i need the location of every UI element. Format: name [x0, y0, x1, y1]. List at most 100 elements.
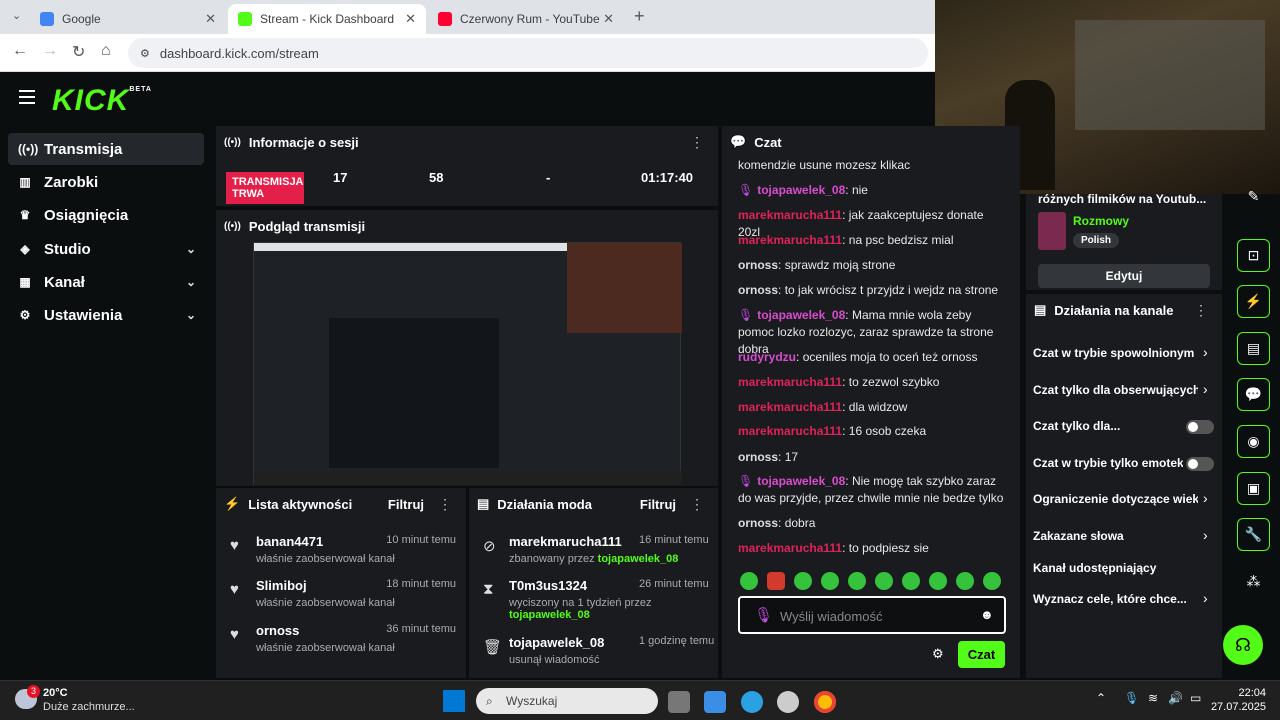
channel-action-item[interactable]: Czat tylko dla... — [1033, 419, 1183, 433]
chat-username[interactable]: marekmarucha111 — [738, 375, 842, 389]
emote-icon[interactable] — [956, 572, 974, 590]
sidebar-item-transmisja[interactable]: ((•)) Transmisja — [8, 133, 204, 165]
close-icon[interactable]: ✕ — [205, 11, 216, 27]
kick-logo[interactable]: KICKBETA — [52, 84, 152, 118]
weather-desc[interactable]: Duże zachmurze... — [43, 701, 135, 713]
store-icon[interactable] — [704, 691, 726, 713]
emote-icon[interactable] — [902, 572, 920, 590]
toggle-switch[interactable] — [1186, 457, 1214, 471]
emote-icon[interactable] — [740, 572, 758, 590]
channel-action-item[interactable]: Kanał udostępniający — [1033, 561, 1198, 575]
chat-settings-icon[interactable]: ⚙ — [932, 646, 944, 662]
chat-text: to zezwol szybko — [848, 375, 940, 389]
chat-username[interactable]: marekmarucha111 — [738, 424, 842, 438]
edge-icon[interactable] — [741, 691, 763, 713]
site-info-icon[interactable]: ⚙ — [140, 47, 150, 60]
chat-username[interactable]: marekmarucha111 — [738, 208, 842, 222]
channel-action-item[interactable]: Czat w trybie spowolnionym — [1033, 346, 1198, 360]
document-icon[interactable]: ▤ — [1237, 332, 1270, 365]
sidebar-item-osiagniecia[interactable]: ♛ Osiągnięcia — [8, 199, 204, 231]
video-icon[interactable]: ▣ — [1237, 472, 1270, 505]
lightning-icon[interactable]: ⚡ — [1237, 285, 1270, 318]
emote-icon[interactable] — [821, 572, 839, 590]
sidebar-item-kanal[interactable]: ▦ Kanał ⌄ — [8, 266, 204, 298]
chat-username[interactable]: marekmarucha111 — [738, 541, 842, 555]
chrome-icon[interactable] — [814, 691, 836, 713]
url-input[interactable]: ⚙ dashboard.kick.com/stream — [128, 38, 928, 68]
chat-input[interactable]: 🎙 Wyślij wiadomość ☻ — [738, 596, 1006, 634]
chevron-up-icon[interactable]: ⌃ — [1096, 691, 1106, 705]
url-text: dashboard.kick.com/stream — [159, 45, 319, 61]
stream-duration: 01:17:40 — [641, 170, 694, 185]
reload-icon[interactable]: ↻ — [72, 42, 85, 62]
chat-username[interactable]: tojapawelek_08 — [757, 308, 845, 322]
stream-preview-video[interactable] — [253, 242, 682, 485]
channel-action-item[interactable]: Czat tylko dla obserwujących — [1033, 383, 1198, 397]
volume-icon[interactable]: 🔊 — [1168, 691, 1183, 705]
close-icon[interactable]: ✕ — [405, 11, 416, 27]
edit-icon[interactable]: ✎ — [1237, 180, 1270, 213]
task-view-icon[interactable] — [668, 691, 690, 713]
channel-action-item[interactable]: Zakazane słowa — [1033, 529, 1198, 543]
toggle-switch[interactable] — [1186, 420, 1214, 434]
new-tab-icon[interactable]: + — [634, 6, 645, 27]
target-icon[interactable]: ⊡ — [1237, 239, 1270, 272]
wrench-icon[interactable]: 🔧 — [1237, 518, 1270, 551]
more-icon[interactable]: ⋮ — [438, 496, 452, 513]
clock-time[interactable]: 22:04 — [1216, 687, 1266, 699]
wifi-icon[interactable]: ≋ — [1148, 691, 1158, 705]
activity-filter-button[interactable]: Filtruj — [388, 497, 424, 512]
chat-username[interactable]: ornoss — [738, 283, 778, 297]
share-icon[interactable]: ⁂ — [1237, 565, 1270, 598]
channel-action-item[interactable]: Ograniczenie dotyczące wiek — [1033, 492, 1198, 506]
windows-start-icon[interactable] — [443, 690, 465, 712]
microphone-icon[interactable]: 🎙 — [1124, 691, 1139, 705]
chat-message: 🎙 tojapawelek_08: Nie mogę tak szybko zar… — [738, 474, 1004, 505]
gear-icon: ⚙ — [19, 308, 31, 322]
sidebar-item-studio[interactable]: ◈ Studio ⌄ — [8, 233, 204, 265]
emote-icon[interactable] — [794, 572, 812, 590]
stream-category[interactable]: Rozmowy — [1073, 214, 1129, 228]
tab-youtube[interactable]: Czerwony Rum - YouTube ✕ — [428, 4, 624, 34]
chat-username[interactable]: marekmarucha111 — [738, 233, 842, 247]
weather-temp[interactable]: 20°C — [43, 687, 68, 699]
tab-kick-dashboard[interactable]: Stream - Kick Dashboard ✕ — [228, 4, 426, 34]
clock-date[interactable]: 27.07.2025 — [1206, 701, 1266, 713]
taskbar-search[interactable]: ⌕ Wyszukaj — [476, 688, 658, 714]
support-icon[interactable]: ☊ — [1223, 625, 1263, 665]
more-icon[interactable]: ⋮ — [690, 496, 704, 513]
emoji-icon[interactable]: ☻ — [980, 607, 994, 622]
emote-icon[interactable] — [848, 572, 866, 590]
tab-search-icon[interactable]: ⌄ — [12, 9, 21, 22]
emote-icon[interactable] — [929, 572, 947, 590]
chat-bubble-icon[interactable]: 💬 — [1237, 378, 1270, 411]
more-icon[interactable]: ⋮ — [1194, 302, 1208, 319]
chat-username[interactable]: tojapawelek_08 — [757, 474, 845, 488]
menu-icon[interactable] — [19, 90, 35, 104]
sidebar-item-zarobki[interactable]: ▥ Zarobki — [8, 166, 204, 198]
emote-icon[interactable] — [983, 572, 1001, 590]
chat-username[interactable]: tojapawelek_08 — [757, 183, 845, 197]
channel-action-item[interactable]: Czat w trybie tylko emotek — [1033, 456, 1183, 470]
home-icon[interactable]: ⌂ — [101, 42, 111, 60]
chat-username[interactable]: rudyrydzu — [738, 350, 796, 364]
mod-filter-button[interactable]: Filtruj — [640, 497, 676, 512]
channel-action-item[interactable]: Wyznacz cele, które chce... — [1033, 592, 1198, 606]
sidebar-item-ustawienia[interactable]: ⚙ Ustawienia ⌄ — [8, 299, 204, 331]
close-icon[interactable]: ✕ — [603, 11, 614, 27]
broadcast-icon[interactable]: ◉ — [1237, 425, 1270, 458]
app-icon[interactable] — [777, 691, 799, 713]
chat-username[interactable]: ornoss — [738, 450, 778, 464]
chat-send-button[interactable]: Czat — [958, 641, 1005, 668]
tab-google[interactable]: Google ✕ — [30, 4, 226, 34]
chat-username[interactable]: ornoss — [738, 258, 778, 272]
forward-icon[interactable]: → — [42, 42, 58, 60]
chat-username[interactable]: ornoss — [738, 516, 778, 530]
emote-icon[interactable] — [875, 572, 893, 590]
chat-username[interactable]: marekmarucha111 — [738, 400, 842, 414]
battery-icon[interactable]: ▭ — [1190, 691, 1201, 705]
more-icon[interactable]: ⋮ — [690, 134, 704, 151]
edit-stream-button[interactable]: Edytuj — [1038, 264, 1210, 288]
back-icon[interactable]: ← — [12, 42, 28, 60]
emote-icon[interactable] — [767, 572, 785, 590]
